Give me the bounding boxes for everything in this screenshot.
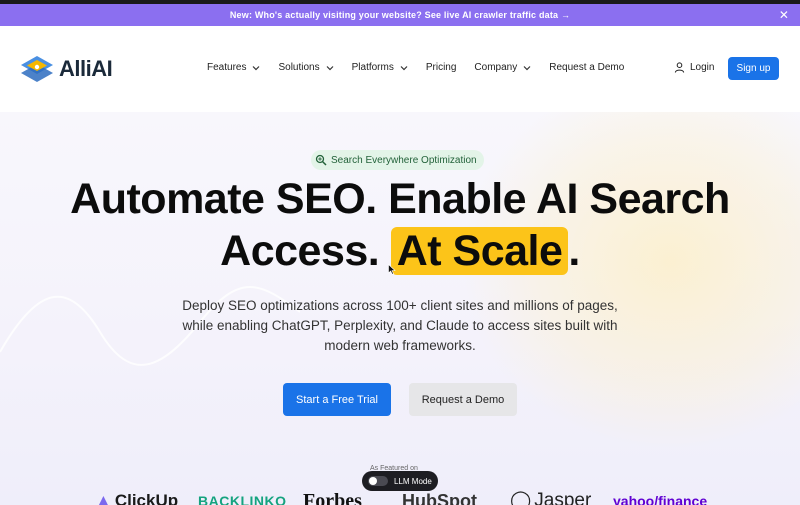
request-demo-button[interactable]: Request a Demo [409,383,517,416]
announcement-bar[interactable]: New: Who's actually visiting your websit… [0,4,800,26]
logo-clickup: ▲ ClickUp [95,491,179,505]
headline-suffix: . [568,227,580,275]
chevron-down-icon [400,65,408,70]
featured-logos: ▲ ClickUp BACKLINKO Forbes HubSpot ◯ Jaspe… [95,491,715,505]
menu-item-label: Features [207,62,247,73]
menu-item-company[interactable]: Company [474,62,531,73]
hero-subheading: Deploy SEO optimizations across 100+ cli… [182,298,618,353]
login-label: Login [690,62,715,73]
hero-headline-line2: Access. At Scale. [0,227,800,276]
close-icon[interactable]: ✕ [778,9,790,21]
logo-hubspot: HubSpot [402,491,477,505]
menu-item-label: Platforms [351,62,394,73]
headline-highlight: At Scale [390,227,569,275]
menu-item-request-demo[interactable]: Request a Demo [549,62,624,73]
main-menu: Features Solutions Platforms Pricing Com… [207,62,642,73]
menu-item-pricing[interactable]: Pricing [426,62,457,73]
llm-mode-label: LLM Mode [394,476,432,486]
search-sparkle-icon [315,154,327,166]
logo-mark-icon [21,56,53,82]
hero-section: Search Everywhere Optimization Automate … [0,112,800,505]
logo-forbes: Forbes [303,490,362,505]
user-icon [674,62,685,73]
hero-headline-line1: Automate SEO. Enable AI Search [70,175,730,223]
hero-badge-text: Search Everywhere Optimization [331,154,477,166]
logo-yahoo-finance: yahoo/finance [613,493,708,505]
chevron-down-icon [523,65,531,70]
login-link[interactable]: Login [674,62,714,73]
menu-item-platforms[interactable]: Platforms [352,62,408,73]
llm-mode-toggle[interactable]: LLM Mode [362,471,438,491]
menu-item-features[interactable]: Features [207,62,260,73]
logo-backlinko: BACKLINKO [198,493,287,505]
menu-item-label: Company [474,62,518,73]
toggle-switch-icon [368,476,388,486]
menu-item-label: Pricing [425,62,457,73]
chevron-down-icon [253,65,260,70]
start-free-trial-button[interactable]: Start a Free Trial [283,383,391,416]
navbar: AlliAI Features Solutions Platforms Pric… [0,26,800,112]
menu-item-label: Solutions [278,62,320,73]
menu-item-label: Request a Demo [549,62,625,73]
chevron-down-icon [326,65,334,70]
headline-prefix: Access. [220,227,391,275]
logo-jasper: ◯ Jasper [510,490,592,505]
logo-text: AlliAI [59,56,113,81]
signup-button[interactable]: Sign up [728,57,779,80]
menu-item-solutions[interactable]: Solutions [278,62,334,73]
announcement-text[interactable]: New: Who's actually visiting your websit… [230,10,570,20]
mouse-cursor-icon [388,264,396,275]
hero-badge: Search Everywhere Optimization [311,150,484,170]
logo[interactable]: AlliAI [20,54,113,84]
